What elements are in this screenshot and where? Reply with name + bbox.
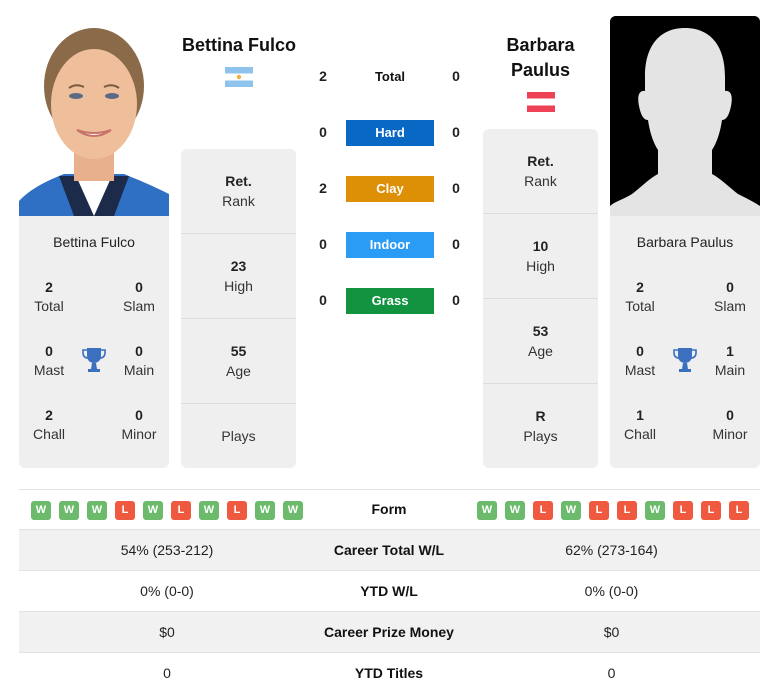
form-badge[interactable]: L: [533, 501, 553, 520]
player1-plays: Plays: [221, 428, 256, 444]
player1-portrait-image: [19, 16, 169, 216]
player2-titles-main: 1 Main: [714, 343, 746, 378]
player1-photo: [19, 16, 169, 216]
player2-value: 0% (0-0): [584, 583, 639, 599]
player2-plays: R Plays: [523, 408, 558, 444]
hard-surface-badge[interactable]: Hard: [346, 120, 434, 146]
player1-titles-minor: 0 Minor: [121, 407, 157, 442]
form-badge[interactable]: W: [143, 501, 163, 520]
player2-value: 62% (273-164): [565, 542, 658, 558]
row-label: Career Prize Money: [324, 624, 454, 640]
form-badge[interactable]: W: [199, 501, 219, 520]
player2-value: 0: [607, 665, 616, 681]
h2h-hard-p1: 0: [319, 124, 327, 140]
form-badge[interactable]: W: [645, 501, 665, 520]
form-badge[interactable]: L: [701, 501, 721, 520]
form-badge[interactable]: W: [31, 501, 51, 520]
row-label: YTD Titles: [354, 665, 424, 681]
h2h-hard-p2: 0: [452, 124, 460, 140]
form-label: Form: [371, 501, 407, 517]
player1-card-name[interactable]: Bettina Fulco: [19, 234, 169, 250]
player1-titles-card: Bettina Fulco 2 Total 0 Slam 0 Mast 0 Ma…: [19, 216, 169, 468]
table-row-ytd-titles: 0 YTD Titles 0: [19, 653, 760, 694]
player1-titles-chall: 2 Chall: [33, 407, 65, 442]
player2-titles-total: 2 Total: [625, 279, 655, 314]
player2-rank: Ret. Rank: [483, 129, 598, 214]
clay-surface-badge[interactable]: Clay: [346, 176, 434, 202]
player1-titles-slam: 0 Slam: [123, 279, 155, 314]
form-badge[interactable]: W: [505, 501, 525, 520]
form-badge[interactable]: W: [255, 501, 275, 520]
player1-titles-mast: 0 Mast: [33, 343, 65, 378]
h2h-grass-p2: 0: [452, 292, 460, 308]
row-label: YTD W/L: [360, 583, 418, 599]
player1-age: 55 Age: [181, 319, 296, 404]
player2-rank-card: Ret. Rank 10 High 53 Age R Plays: [483, 129, 598, 468]
form-badge[interactable]: L: [589, 501, 609, 520]
table-row-ytd-wl: 0% (0-0) YTD W/L 0% (0-0): [19, 571, 760, 612]
player1-form: W W W L W L W L W W: [31, 501, 303, 520]
form-badge[interactable]: W: [477, 501, 497, 520]
h2h-indoor-row: 0 Indoor 0: [310, 232, 470, 258]
player1-value: 54% (253-212): [120, 542, 214, 558]
grass-surface-badge[interactable]: Grass: [346, 288, 434, 314]
player1-high: 23 High: [181, 234, 296, 319]
player1-rank-card: Ret. Rank 23 High 55 Age Plays: [181, 149, 296, 468]
h2h-indoor-p1: 0: [319, 236, 327, 252]
h2h-clay-p1: 2: [319, 180, 327, 196]
player2-photo: [610, 16, 760, 216]
player2-value: $0: [603, 624, 620, 640]
table-row-career-total-wl: 54% (253-212) Career Total W/L 62% (273-…: [19, 530, 760, 571]
player2-age: 53 Age: [483, 299, 598, 384]
form-badge[interactable]: L: [617, 501, 637, 520]
player1-value: 0% (0-0): [140, 583, 194, 599]
player2-titles-slam: 0 Slam: [714, 279, 746, 314]
trophy-icon: [82, 348, 106, 372]
h2h-clay-row: 2 Clay 0: [310, 176, 470, 202]
argentina-flag-icon: [225, 67, 253, 87]
form-row: W W W L W L W L W W Form W W L W L L W L…: [19, 489, 760, 530]
row-label: Career Total W/L: [333, 542, 445, 558]
h2h-indoor-p2: 0: [452, 236, 460, 252]
h2h-total-row: 2 Total 0: [310, 64, 470, 90]
player2-titles-mast: 0 Mast: [624, 343, 656, 378]
player1-name[interactable]: Bettina Fulco: [176, 33, 302, 58]
table-row-career-prize-money: $0 Career Prize Money $0: [19, 612, 760, 653]
form-badge[interactable]: L: [729, 501, 749, 520]
h2h-total-p1: 2: [319, 68, 327, 84]
h2h-hard-row: 0 Hard 0: [310, 120, 470, 146]
form-badge[interactable]: L: [227, 501, 247, 520]
player2-form: W W L W L L W L L L: [477, 501, 749, 520]
player2-titles-chall: 1 Chall: [624, 407, 656, 442]
player1-rank: Ret. Rank: [181, 149, 296, 234]
h2h-clay-p2: 0: [452, 180, 460, 196]
player2-titles-minor: 0 Minor: [712, 407, 748, 442]
player2-name[interactable]: Barbara Paulus: [483, 33, 598, 83]
form-badge[interactable]: W: [87, 501, 107, 520]
player2-card-name[interactable]: Barbara Paulus: [610, 234, 760, 250]
austria-flag-icon: [527, 92, 555, 112]
form-badge[interactable]: L: [171, 501, 191, 520]
silhouette-placeholder-icon: [610, 16, 760, 216]
player1-value: $0: [159, 624, 175, 640]
player1-value: 0: [163, 665, 171, 681]
player2-high: 10 High: [483, 214, 598, 299]
h2h-total-label: Total: [374, 69, 406, 84]
form-badge[interactable]: L: [673, 501, 693, 520]
player1-titles-total: 2 Total: [34, 279, 64, 314]
form-badge[interactable]: L: [115, 501, 135, 520]
h2h-total-p2: 0: [452, 68, 460, 84]
form-badge[interactable]: W: [283, 501, 303, 520]
h2h-grass-row: 0 Grass 0: [310, 288, 470, 314]
trophy-icon: [673, 348, 697, 372]
indoor-surface-badge[interactable]: Indoor: [346, 232, 434, 258]
player2-titles-card: Barbara Paulus 2 Total 0 Slam 0 Mast 1 M…: [610, 216, 760, 468]
form-badge[interactable]: W: [59, 501, 79, 520]
player1-titles-main: 0 Main: [123, 343, 155, 378]
h2h-grass-p1: 0: [319, 292, 327, 308]
form-badge[interactable]: W: [561, 501, 581, 520]
